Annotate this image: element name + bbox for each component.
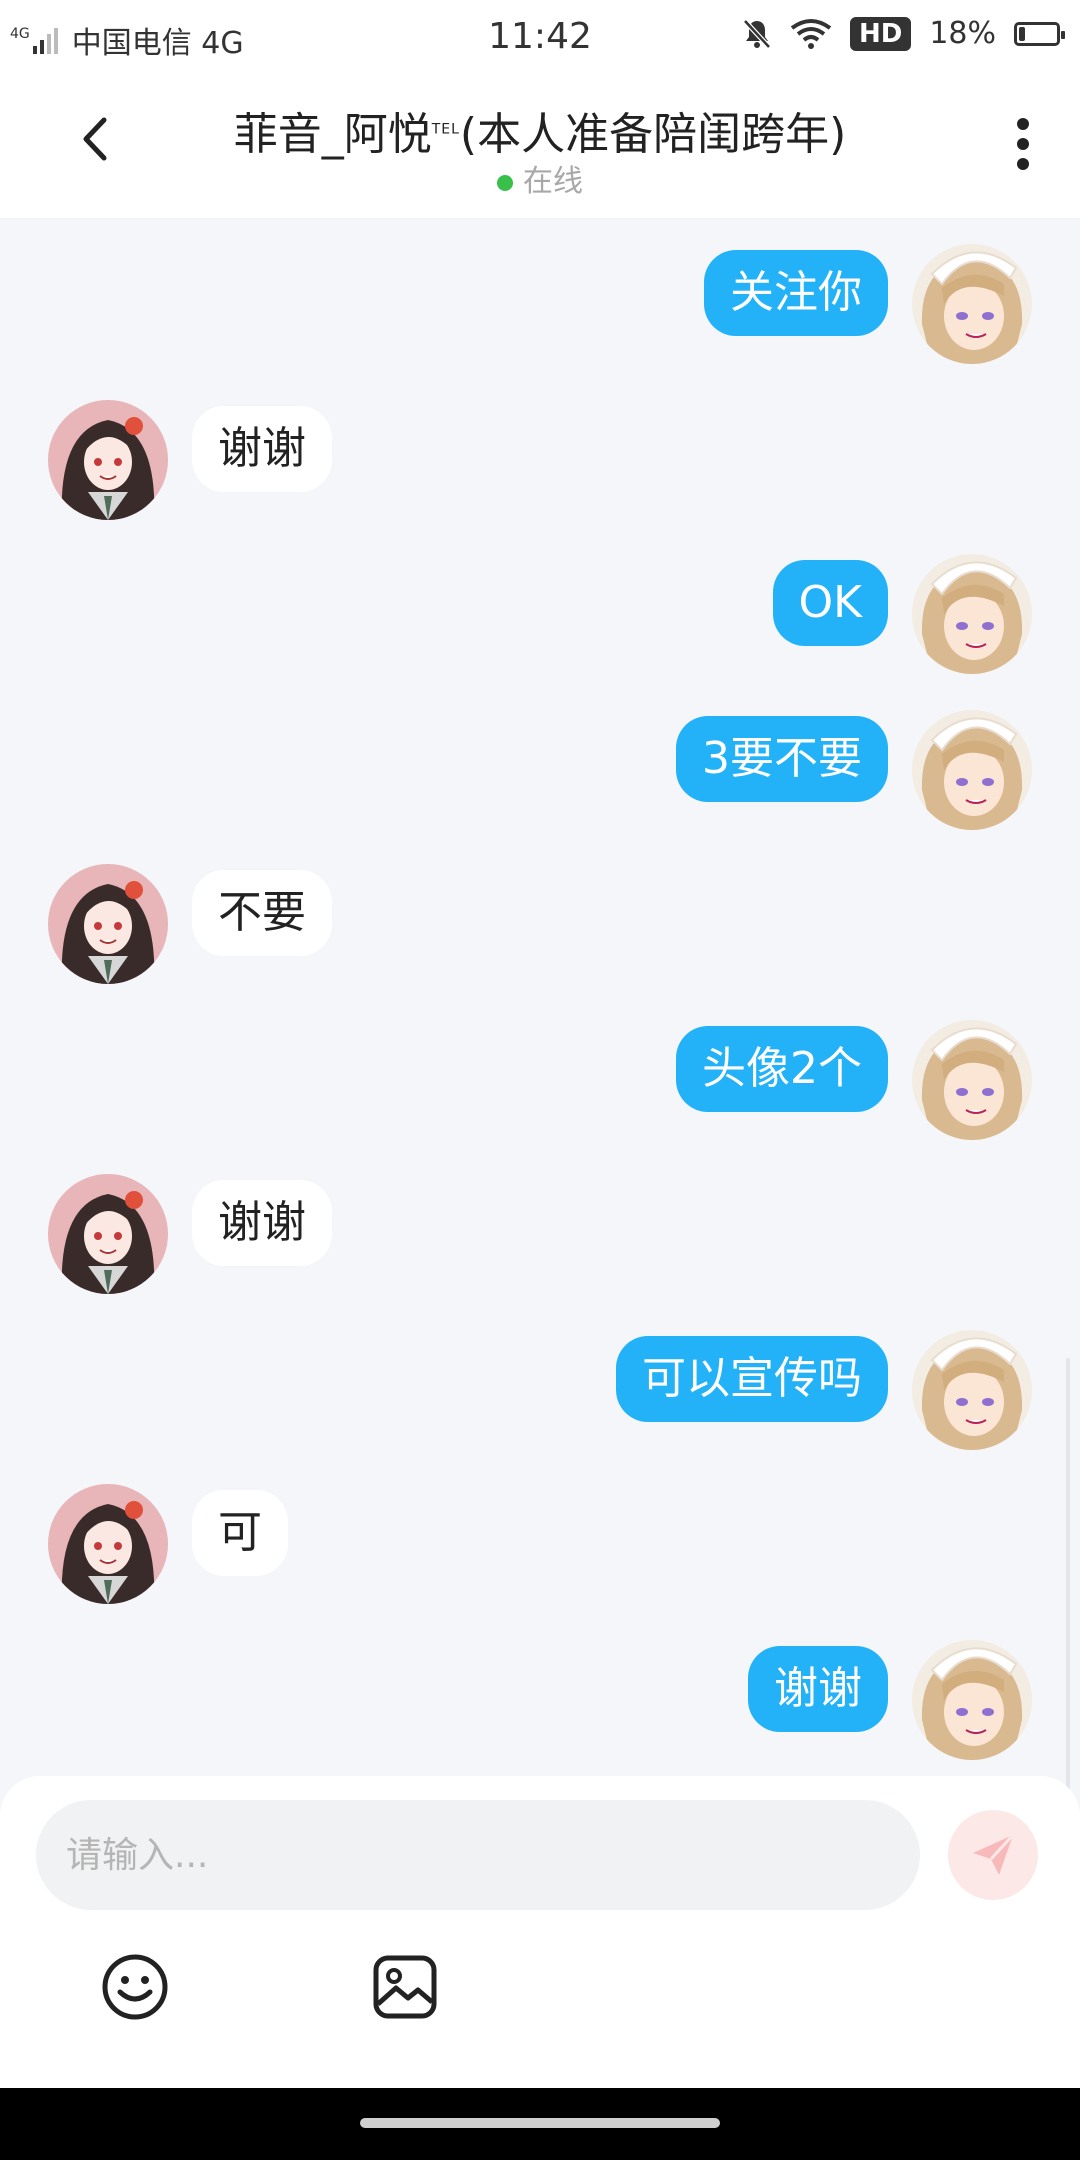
message-row: 谢谢 [0,1640,1080,1770]
page-title: 菲音_阿悦TEL(本人准备陪闺跨年) [160,98,920,162]
contact-avatar[interactable] [48,400,168,520]
sent-message-bubble[interactable]: 可以宣传吗 [616,1336,888,1422]
battery-icon [1014,21,1065,46]
message-list[interactable]: 关注你 谢谢 OK 3要不要 不要 头像2个 谢谢 可以宣传吗可谢谢 [0,218,1080,1998]
received-message-bubble[interactable]: 谢谢 [192,406,332,492]
tel-tag: TEL [431,121,460,138]
my-avatar[interactable] [912,554,1032,674]
my-avatar[interactable] [912,244,1032,364]
status-bar: 4G 中国电信 4G 11:42 HD 18% [0,0,1080,76]
input-panel [0,1776,1080,2088]
system-nav-bar [0,2088,1080,2160]
received-message-bubble[interactable]: 谢谢 [192,1180,332,1266]
message-row: OK [0,554,1080,684]
received-message-bubble[interactable]: 可 [192,1490,288,1576]
send-icon [973,1833,1015,1875]
home-indicator[interactable] [360,2118,720,2128]
contact-avatar[interactable] [48,1484,168,1604]
bell-muted-icon [743,18,771,49]
contact-name: 菲音_阿悦 [233,109,432,160]
contact-avatar[interactable] [48,864,168,984]
wifi-icon [790,18,832,49]
message-row: 关注你 [0,244,1080,374]
sent-message-bubble[interactable]: OK [772,560,888,646]
message-row: 谢谢 [0,1174,1080,1304]
sent-message-bubble[interactable]: 头像2个 [676,1026,888,1112]
contact-avatar[interactable] [48,1174,168,1294]
my-avatar[interactable] [912,710,1032,830]
message-row: 3要不要 [0,710,1080,840]
message-row: 谢谢 [0,400,1080,530]
my-avatar[interactable] [912,1330,1032,1450]
more-vertical-icon[interactable] [1016,114,1030,174]
online-dot-icon [497,174,513,191]
message-row: 头像2个 [0,1020,1080,1150]
battery-percent: 18% [929,16,996,51]
battery-fill [1019,26,1025,41]
my-avatar[interactable] [912,1020,1032,1140]
sent-message-bubble[interactable]: 3要不要 [676,716,888,802]
message-row: 可以宣传吗 [0,1330,1080,1460]
chat-header: 菲音_阿悦TEL(本人准备陪闺跨年) 在线 [0,76,1080,218]
contact-note: (本人准备陪闺跨年) [459,109,847,160]
hd-badge: HD [849,16,912,51]
message-input[interactable] [36,1800,920,1910]
status-right: HD 18% [742,16,1065,51]
send-button[interactable] [948,1810,1038,1900]
online-status: 在线 [0,156,1080,200]
online-status-label: 在线 [523,164,583,199]
sent-message-bubble[interactable]: 谢谢 [748,1646,888,1732]
message-row: 可 [0,1484,1080,1614]
message-row: 不要 [0,864,1080,994]
my-avatar[interactable] [912,1640,1032,1760]
sent-message-bubble[interactable]: 关注你 [704,250,888,336]
received-message-bubble[interactable]: 不要 [192,870,332,956]
image-icon[interactable] [370,1952,440,2022]
emoji-icon[interactable] [100,1952,170,2022]
